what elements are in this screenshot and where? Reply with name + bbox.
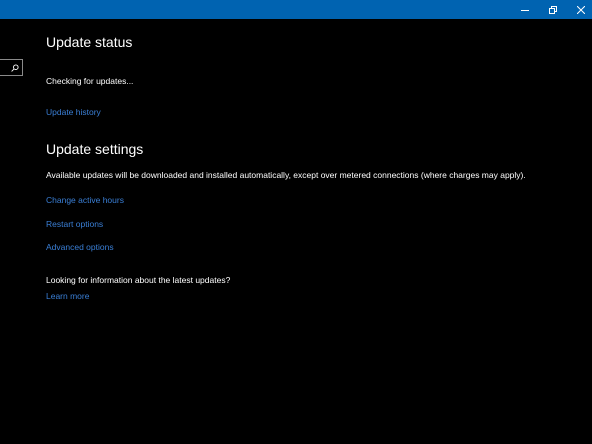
close-button[interactable] xyxy=(566,0,592,19)
close-icon xyxy=(577,5,585,14)
update-settings-description: Available updates will be downloaded and… xyxy=(46,170,526,180)
search-input[interactable] xyxy=(0,59,23,76)
change-active-hours-link[interactable]: Change active hours xyxy=(46,195,124,205)
restore-icon xyxy=(549,5,557,14)
restore-button[interactable] xyxy=(538,0,568,19)
update-history-link[interactable]: Update history xyxy=(46,107,101,117)
update-status-heading: Update status xyxy=(46,34,133,50)
search-icon xyxy=(11,63,19,72)
minimize-icon xyxy=(521,9,529,11)
title-bar xyxy=(0,0,592,19)
learn-more-link[interactable]: Learn more xyxy=(46,291,89,301)
advanced-options-link[interactable]: Advanced options xyxy=(46,242,114,252)
info-question-text: Looking for information about the latest… xyxy=(46,275,231,285)
restart-options-link[interactable]: Restart options xyxy=(46,219,103,229)
update-settings-heading: Update settings xyxy=(46,141,144,157)
minimize-button[interactable] xyxy=(510,0,540,19)
update-status-text: Checking for updates... xyxy=(46,76,134,86)
